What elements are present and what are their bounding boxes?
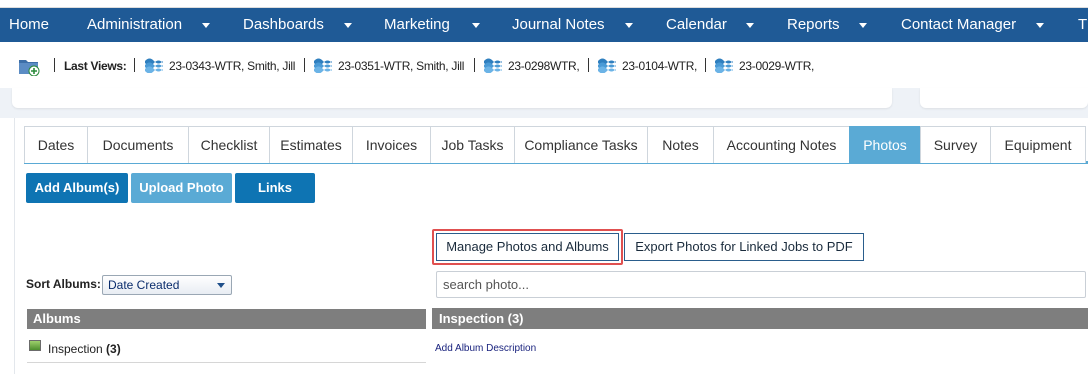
add-album-description-link[interactable]: Add Album Description [435,343,536,354]
links-button[interactable]: Links [235,173,315,203]
add-album-button[interactable]: Add Album(s) [26,173,128,203]
last-view-label: 23-0029-WTR, [739,59,815,73]
chevron-down-icon [217,283,225,288]
tab-accounting-notes[interactable]: Accounting Notes [713,126,850,163]
page-background-band [0,88,1088,118]
last-views-bar: Last Views: 23-0343-WTR, Smith, Jill 23-… [0,42,1088,88]
contact-manager-caret-icon[interactable] [1036,23,1044,28]
album-title: Inspection [48,342,103,356]
water-wave-icon [484,58,502,73]
calendar-caret-icon[interactable] [746,23,754,28]
nav-journal-notes[interactable]: Journal Notes [512,8,605,42]
separator [134,58,135,72]
panel-edge [12,88,892,108]
reports-caret-icon[interactable] [859,23,867,28]
separator [304,58,305,72]
water-wave-icon [598,58,616,73]
add-folder-icon[interactable] [18,56,40,76]
nav-dashboards[interactable]: Dashboards [243,8,324,42]
albums-header: Albums [27,309,426,329]
nav-administration[interactable]: Administration [87,8,182,42]
tab-dates[interactable]: Dates [24,126,88,163]
tab-checklist[interactable]: Checklist [188,126,270,163]
separator [705,58,706,72]
separator [474,58,475,72]
highlight-box [432,229,623,265]
last-view-label: 23-0351-WTR, Smith, Jill [338,59,465,73]
main-navbar: Home Administration Dashboards Marketing… [0,8,1088,42]
nav-marketing[interactable]: Marketing [384,8,450,42]
tab-documents[interactable]: Documents [87,126,189,163]
upload-photo-button[interactable]: Upload Photo [131,173,232,203]
tab-notes[interactable]: Notes [647,126,714,163]
album-count: (3) [106,342,121,356]
nav-truncated-item[interactable]: T [1078,8,1087,42]
panel-edge [920,88,1088,108]
tab-invoices[interactable]: Invoices [352,126,431,163]
last-view-label: 23-0298WTR, [508,59,580,73]
administration-caret-icon[interactable] [202,23,210,28]
tab-compliance-tasks[interactable]: Compliance Tasks [514,126,648,163]
water-wave-icon [715,58,733,73]
sort-albums-label: Sort Albums: [26,277,101,291]
search-photo-input[interactable]: search photo... [436,271,1086,298]
tab-survey[interactable]: Survey [920,126,991,163]
nav-contact-manager[interactable]: Contact Manager [901,8,1016,42]
sort-albums-select[interactable]: Date Created [102,275,232,295]
top-strip [0,0,1088,8]
job-tabs: Dates Documents Checklist Estimates Invo… [24,126,1088,164]
tab-job-tasks[interactable]: Job Tasks [430,126,515,163]
last-view-label: 23-0343-WTR, Smith, Jill [169,59,296,73]
sort-selected-value: Date Created [108,278,180,292]
nav-calendar[interactable]: Calendar [666,8,727,42]
tab-estimates[interactable]: Estimates [269,126,353,163]
nav-home[interactable]: Home [9,8,49,42]
marketing-caret-icon[interactable] [472,23,480,28]
separator [54,58,55,72]
album-detail-header: Inspection (3) [432,308,1088,329]
nav-reports[interactable]: Reports [787,8,840,42]
water-wave-icon [145,58,163,73]
album-name: Inspection (3) [48,342,121,356]
last-views-label: Last Views: [64,59,127,73]
tab-photos[interactable]: Photos [849,126,921,163]
export-photos-pdf-button[interactable]: Export Photos for Linked Jobs to PDF [624,233,864,261]
separator [588,58,589,72]
water-wave-icon [314,58,332,73]
last-view-label: 23-0104-WTR, [622,59,698,73]
album-image-icon [29,340,41,351]
dashboards-caret-icon[interactable] [344,23,352,28]
journal-notes-caret-icon[interactable] [625,23,633,28]
album-list-item[interactable]: Inspection (3) [27,337,426,363]
tab-equipment[interactable]: Equipment [990,126,1086,163]
